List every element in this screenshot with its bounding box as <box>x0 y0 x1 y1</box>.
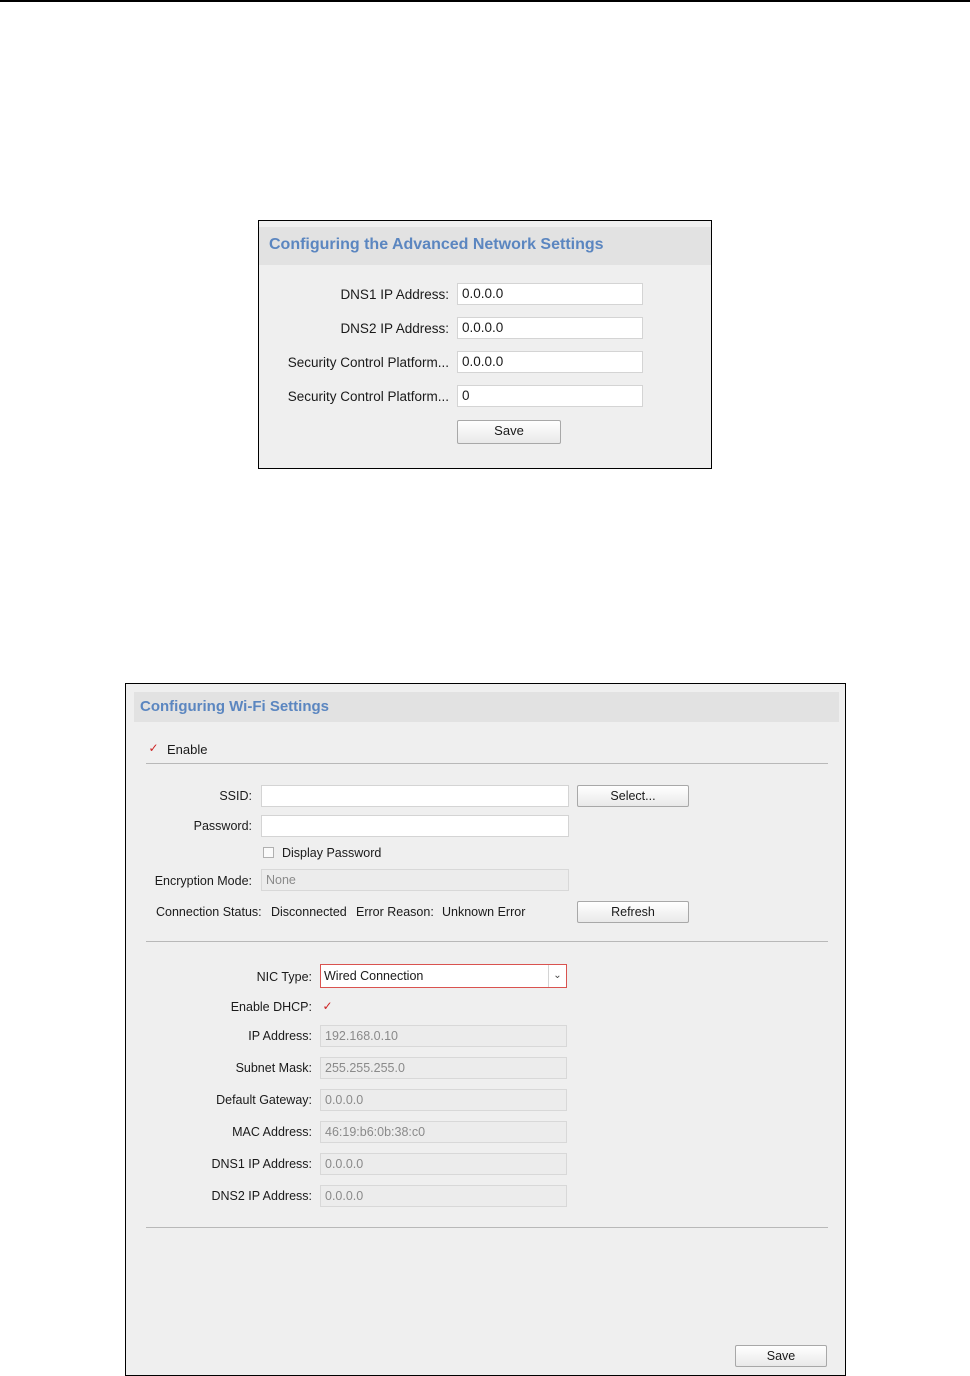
enable-checkbox[interactable]: ✓ <box>148 741 159 755</box>
nic-type-label: NIC Type: <box>256 970 312 984</box>
dns2-label: DNS2 IP Address: <box>340 321 449 336</box>
nic-type-select[interactable]: Wired Connection ⌄ <box>320 964 567 988</box>
security-platform-port-input[interactable]: 0 <box>457 385 643 407</box>
ssid-label: SSID: <box>219 789 252 803</box>
select-ssid-button[interactable]: Select... <box>577 785 689 807</box>
advanced-network-panel: Configuring the Advanced Network Setting… <box>258 220 712 469</box>
default-gateway-field: 0.0.0.0 <box>320 1089 567 1111</box>
connection-status-value: Disconnected <box>271 905 347 919</box>
refresh-button[interactable]: Refresh <box>577 901 689 923</box>
security-platform-ip-label: Security Control Platform... <box>287 355 449 370</box>
wifi-save-button[interactable]: Save <box>735 1345 827 1367</box>
connection-status-label: Connection Status: <box>156 905 262 919</box>
enable-label: Enable <box>167 742 208 757</box>
checkmark-icon: ✓ <box>322 999 333 1013</box>
enable-dhcp-label: Enable DHCP: <box>230 1000 312 1014</box>
wifi-settings-title: Configuring Wi-Fi Settings <box>134 692 839 722</box>
mac-address-field: 46:19:b6:0b:38:c0 <box>320 1121 567 1143</box>
security-platform-port-label: Security Control Platform... <box>287 389 449 404</box>
advanced-network-title: Configuring the Advanced Network Setting… <box>259 227 711 265</box>
enable-dhcp-checkbox[interactable]: ✓ <box>322 999 333 1013</box>
security-platform-ip-input[interactable]: 0.0.0.0 <box>457 351 643 373</box>
default-gateway-label: Default Gateway: <box>216 1093 312 1107</box>
dns1-ip-label: DNS1 IP Address: <box>211 1157 312 1171</box>
checkmark-icon: ✓ <box>148 741 159 755</box>
dns2-ip-label: DNS2 IP Address: <box>211 1189 312 1203</box>
encryption-mode-label: Encryption Mode: <box>154 874 252 888</box>
password-input[interactable] <box>261 815 569 837</box>
ssid-input[interactable] <box>261 785 569 807</box>
error-reason-value: Unknown Error <box>442 905 526 919</box>
divider <box>146 1227 828 1228</box>
chevron-down-icon[interactable]: ⌄ <box>548 965 566 987</box>
dns2-ip-field: 0.0.0.0 <box>320 1185 567 1207</box>
password-label: Password: <box>193 819 252 833</box>
dns1-input[interactable]: 0.0.0.0 <box>457 283 643 305</box>
ip-address-label: IP Address: <box>248 1029 312 1043</box>
advanced-save-button[interactable]: Save <box>457 420 561 444</box>
dns1-label: DNS1 IP Address: <box>340 287 449 302</box>
subnet-mask-field: 255.255.255.0 <box>320 1057 567 1079</box>
display-password-label: Display Password <box>282 846 382 860</box>
mac-address-label: MAC Address: <box>232 1125 312 1139</box>
page-top-rule <box>0 0 970 2</box>
nic-type-value: Wired Connection <box>324 969 424 983</box>
display-password-checkbox[interactable] <box>263 847 274 858</box>
wifi-settings-panel: Configuring Wi-Fi Settings ✓ Enable SSID… <box>125 683 846 1376</box>
divider <box>146 763 828 764</box>
subnet-mask-label: Subnet Mask: <box>235 1061 312 1075</box>
error-reason-label: Error Reason: <box>356 905 434 919</box>
encryption-mode-field: None <box>261 869 569 891</box>
dns1-ip-field: 0.0.0.0 <box>320 1153 567 1175</box>
divider <box>146 941 828 942</box>
ip-address-field: 192.168.0.10 <box>320 1025 567 1047</box>
dns2-input[interactable]: 0.0.0.0 <box>457 317 643 339</box>
